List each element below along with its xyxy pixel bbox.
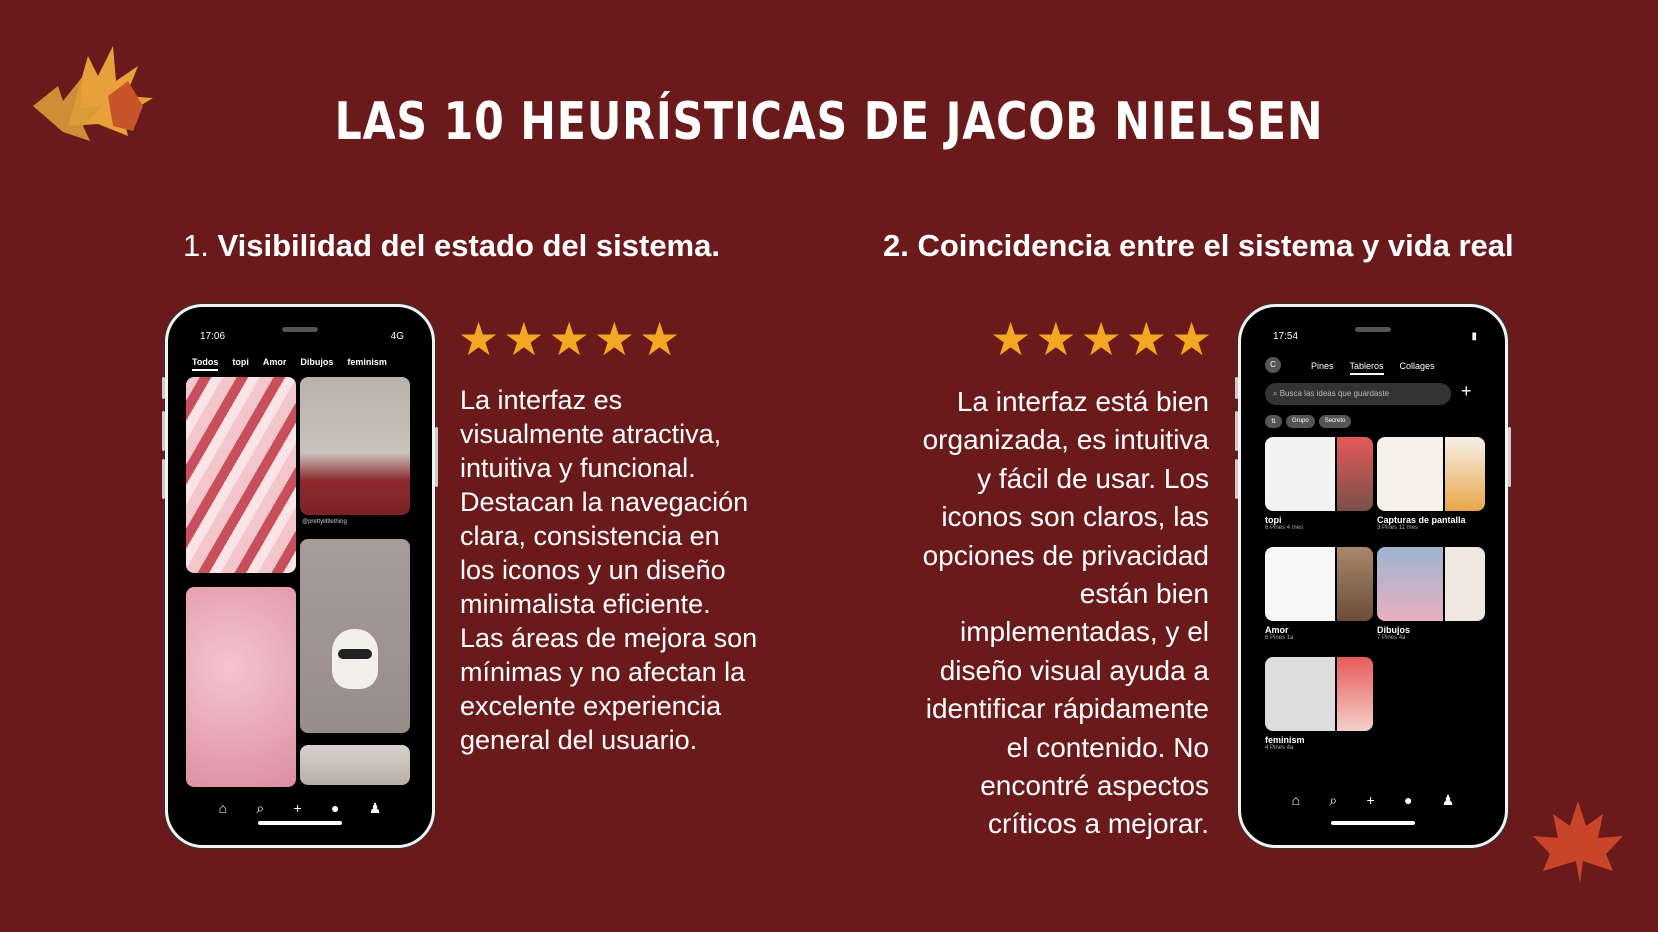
home-icon[interactable]: ⌂ — [1292, 792, 1300, 809]
profile-icon[interactable]: ♟ — [1442, 792, 1455, 809]
tab-dibujos[interactable]: Dibujos — [300, 357, 333, 371]
profile-icon[interactable]: ♟ — [369, 800, 382, 817]
rating-stars-2: ★★★★★ — [990, 313, 1217, 365]
avatar[interactable]: C — [1265, 357, 1281, 373]
phone-mockup-2: 17:54 ▮ C Pines Tableros Collages ⌕ Busca… — [1235, 304, 1511, 848]
filter-secreto[interactable]: Secreto — [1318, 415, 1352, 428]
board-topi[interactable]: topi 6 Pines 4 mes — [1265, 437, 1373, 531]
pin-shoes[interactable] — [300, 745, 410, 785]
search-icon[interactable]: ⌕ — [256, 800, 264, 817]
search-input[interactable]: ⌕ Busca las ideas que guardaste — [1265, 383, 1451, 405]
heuristic-1-heading: 1. Visibilidad del estado del sistema. — [183, 228, 720, 264]
tab-topi[interactable]: topi — [232, 357, 249, 371]
heuristic-1-title: Visibilidad del estado del sistema. — [217, 228, 720, 263]
maple-leaf-icon — [1533, 801, 1623, 884]
board-feminism[interactable]: feminism 4 Pines 4a — [1265, 657, 1373, 751]
phone-2-screen: 17:54 ▮ C Pines Tableros Collages ⌕ Busca… — [1251, 317, 1495, 835]
phone-1-screen: 17:06 4G Todos topi Amor Dibujos feminism… — [178, 317, 422, 835]
pin-red-nails[interactable] — [300, 377, 410, 515]
tab-tableros[interactable]: Tableros — [1349, 361, 1384, 375]
home-icon[interactable]: ⌂ — [219, 800, 227, 817]
chat-icon[interactable]: ● — [1404, 792, 1412, 809]
pin-pink-fur[interactable] — [186, 587, 296, 787]
status-time: 17:54 — [1273, 331, 1299, 342]
tab-feminism[interactable]: feminism — [347, 357, 387, 371]
heuristic-1-number: 1. — [183, 228, 209, 263]
tab-amor[interactable]: Amor — [263, 357, 287, 371]
pin-author: @prettylittlething — [302, 519, 347, 525]
search-icon: ⌕ — [1273, 389, 1278, 398]
page-title: LAS 10 HEURÍSTICAS DE JACOB NIELSEN — [334, 92, 1324, 152]
phone-mockup-1: 17:06 4G Todos topi Amor Dibujos feminism… — [162, 304, 438, 848]
search-icon[interactable]: ⌕ — [1329, 792, 1337, 809]
filter-grupo[interactable]: Grupo — [1286, 415, 1315, 428]
heuristic-2-title: Coincidencia entre el sistema y vida rea… — [917, 228, 1514, 263]
board-capturas[interactable]: Capturas de pantalla 3 Pines 11 mes — [1377, 437, 1485, 531]
sort-button[interactable]: ⇅ — [1265, 415, 1283, 428]
board-dibujos[interactable]: Dibujos 7 Pines 4a — [1377, 547, 1485, 641]
heuristic-1-description: La interfaz es visualmente atractiva, in… — [460, 385, 758, 755]
maple-leaves-icon — [33, 46, 153, 141]
status-time: 17:06 — [200, 331, 226, 342]
tab-pines[interactable]: Pines — [1311, 361, 1334, 375]
heuristic-2-heading: 2. Coincidencia entre el sistema y vida … — [883, 228, 1514, 264]
chat-icon[interactable]: ● — [331, 800, 339, 817]
rating-stars-1: ★★★★★ — [458, 313, 685, 365]
plus-icon[interactable]: + — [1367, 792, 1375, 809]
pin-pink-swirl[interactable] — [186, 377, 296, 573]
heuristic-2-number: 2. — [883, 228, 909, 263]
board-amor[interactable]: Amor 6 Pines 1a — [1265, 547, 1373, 641]
tab-todos[interactable]: Todos — [192, 357, 219, 371]
add-board-button[interactable]: + — [1461, 381, 1472, 402]
pin-dalmatian[interactable] — [300, 539, 410, 733]
plus-icon[interactable]: + — [294, 800, 302, 817]
status-signal: 4G — [390, 331, 404, 342]
battery-icon: ▮ — [1471, 331, 1477, 342]
heuristic-2-description: La interfaz está bien organizada, es int… — [922, 386, 1209, 840]
tab-collages[interactable]: Collages — [1400, 361, 1435, 375]
search-placeholder: Busca las ideas que guardaste — [1279, 389, 1390, 398]
